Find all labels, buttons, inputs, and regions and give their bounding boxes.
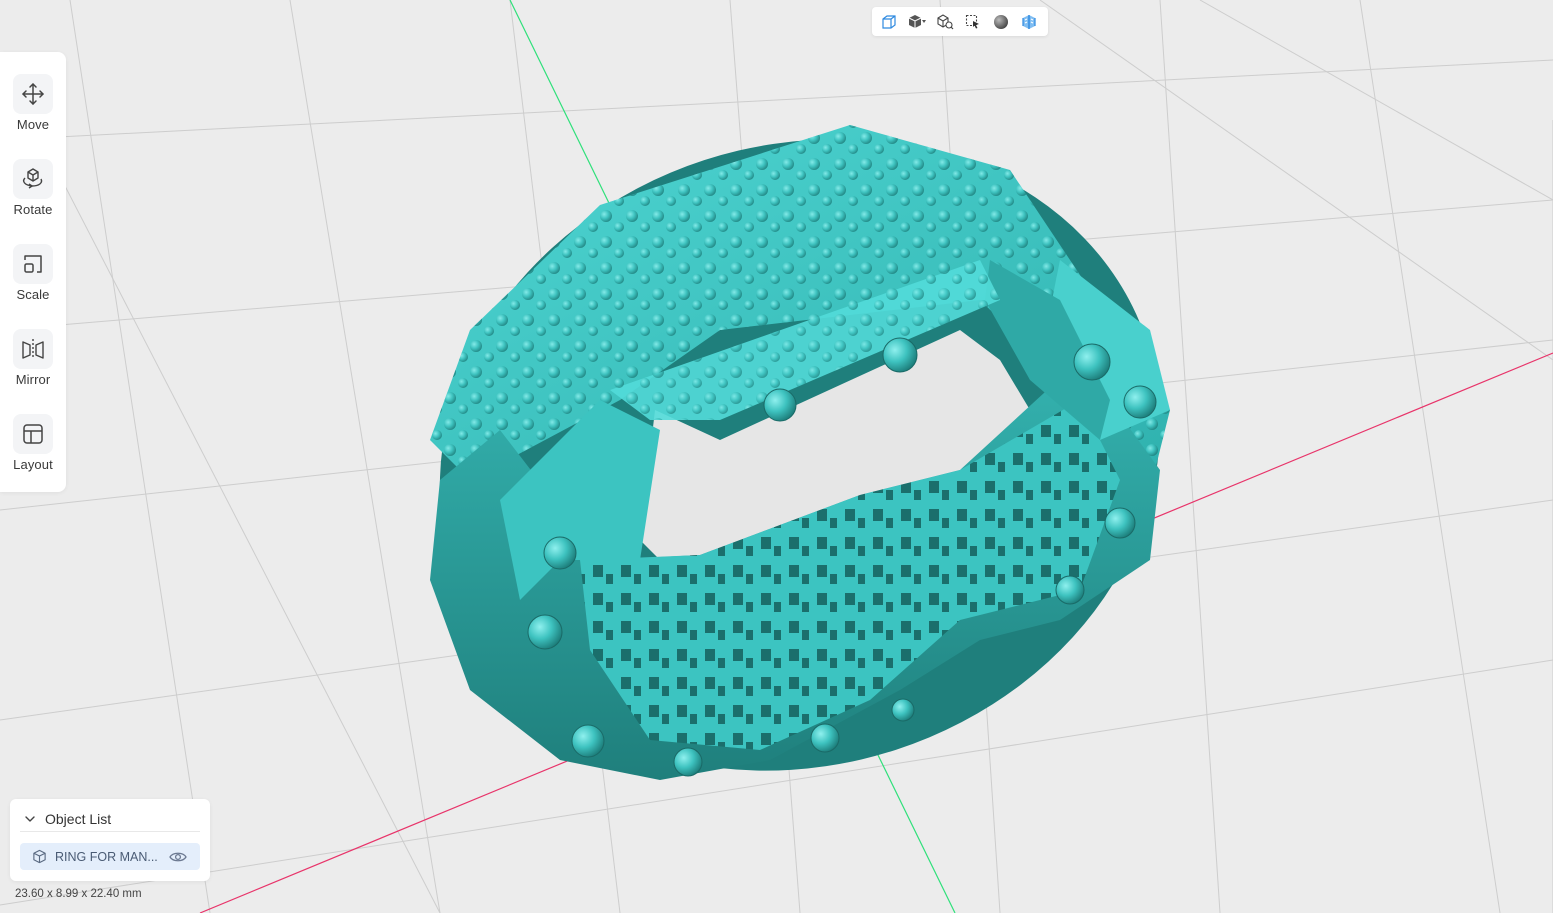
scale-tool-button[interactable]: Scale (0, 244, 66, 318)
rotate-tool-label: Rotate (13, 202, 53, 217)
mirror-icon (13, 329, 53, 369)
object-list-title: Object List (45, 811, 112, 827)
object-list-item-name: RING FOR MAN... (55, 849, 158, 864)
rotate-tool-button[interactable]: Rotate (0, 159, 66, 233)
front-view-icon[interactable] (878, 11, 900, 33)
visibility-eye-icon[interactable] (169, 851, 187, 863)
tool-panel: Move Rotate Scale Mirror Layout (0, 52, 66, 492)
layout-grid-icon (13, 414, 53, 454)
object-list-panel: Object List RING FOR MAN... (10, 799, 210, 881)
layout-tool-button[interactable]: Layout (0, 414, 66, 488)
scale-tool-label: Scale (16, 287, 50, 302)
mirror-tool-label: Mirror (15, 372, 51, 387)
cross-section-icon[interactable] (1018, 11, 1040, 33)
rotate-cube-icon (13, 159, 53, 199)
chevron-down-icon (24, 813, 36, 825)
view-toolbar (872, 7, 1048, 36)
scale-box-icon (13, 244, 53, 284)
zoom-to-fit-icon[interactable] (934, 11, 956, 33)
move-tool-label: Move (16, 117, 50, 132)
move-tool-button[interactable]: Move (0, 74, 66, 148)
layout-tool-label: Layout (13, 457, 53, 472)
cube-icon (32, 849, 47, 864)
3d-viewport[interactable] (0, 0, 1553, 913)
object-list-item[interactable]: RING FOR MAN... (20, 843, 200, 870)
material-sphere-icon[interactable] (990, 11, 1012, 33)
solid-shading-dropdown-icon[interactable] (906, 11, 928, 33)
move-arrows-icon (13, 74, 53, 114)
object-list-header[interactable]: Object List (20, 807, 200, 832)
mirror-tool-button[interactable]: Mirror (0, 329, 66, 403)
select-box-icon[interactable] (962, 11, 984, 33)
model-dimensions: 23.60 x 8.99 x 22.40 mm (15, 888, 142, 900)
